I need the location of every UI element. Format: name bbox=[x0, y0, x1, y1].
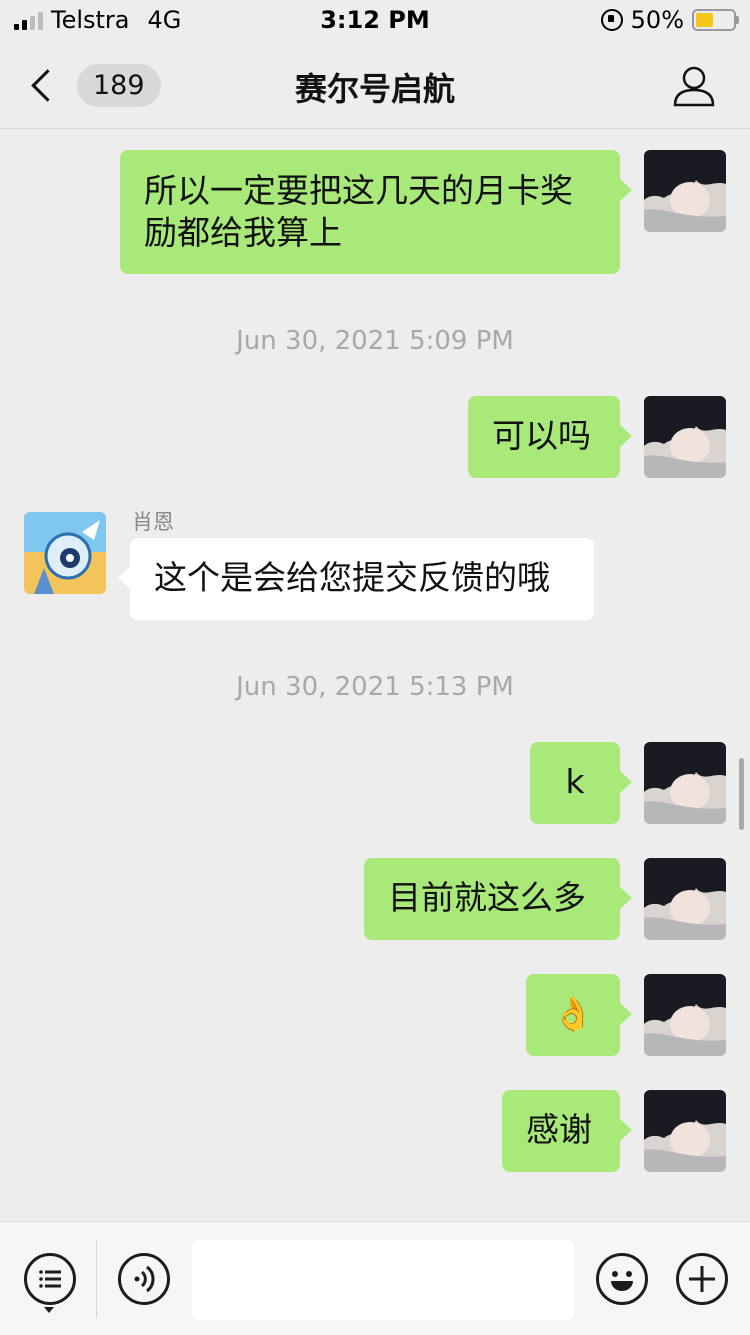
divider bbox=[96, 1240, 97, 1318]
plus-icon bbox=[689, 1266, 715, 1292]
my-avatar[interactable] bbox=[644, 1090, 726, 1172]
battery-percent: 50% bbox=[630, 6, 684, 34]
chat-info-button[interactable] bbox=[672, 64, 716, 108]
person-icon bbox=[673, 66, 715, 107]
chat-title: 赛尔号启航 bbox=[294, 70, 455, 108]
outgoing-message[interactable]: k bbox=[530, 742, 632, 824]
orientation-lock-icon bbox=[600, 9, 623, 31]
ok-hand-emoji: 👌 bbox=[552, 994, 594, 1033]
message-text: 目前就这么多 bbox=[388, 878, 586, 917]
emoji-icon bbox=[611, 1271, 633, 1291]
my-avatar[interactable] bbox=[644, 742, 726, 824]
my-avatar[interactable] bbox=[644, 396, 726, 478]
menu-button[interactable] bbox=[24, 1253, 76, 1305]
message-timestamp: Jun 30, 2021 5:09 PM bbox=[236, 326, 514, 356]
message-text-line: 励都给我算上 bbox=[144, 213, 342, 252]
message-text-line: 所以一定要把这几天的月卡奖 bbox=[144, 171, 573, 210]
more-button[interactable] bbox=[676, 1253, 728, 1305]
outgoing-message[interactable]: 可以吗 bbox=[468, 396, 632, 478]
contact-avatar[interactable] bbox=[24, 512, 106, 594]
outgoing-message[interactable]: 目前就这么多 bbox=[364, 858, 632, 940]
message-text: 这个是会给您提交反馈的哦 bbox=[154, 558, 550, 597]
my-avatar[interactable] bbox=[644, 150, 726, 232]
voice-icon bbox=[134, 1265, 155, 1293]
message-text: 可以吗 bbox=[492, 416, 591, 455]
menu-list-icon bbox=[39, 1270, 61, 1288]
status-bar: Telstra 4G 3:12 PM 50% bbox=[0, 0, 750, 40]
message-timestamp: Jun 30, 2021 5:13 PM bbox=[236, 672, 514, 702]
message-input[interactable] bbox=[192, 1240, 574, 1320]
scrollbar[interactable] bbox=[739, 758, 744, 830]
outgoing-message[interactable]: 👌 bbox=[526, 974, 632, 1056]
voice-button[interactable] bbox=[118, 1253, 170, 1305]
outgoing-message[interactable]: 感谢 bbox=[502, 1090, 632, 1172]
emoji-button[interactable] bbox=[596, 1253, 648, 1305]
menu-caret-icon bbox=[44, 1307, 54, 1313]
outgoing-message[interactable]: 所以一定要把这几天的月卡奖 励都给我算上 bbox=[120, 150, 632, 274]
battery-icon bbox=[692, 9, 739, 31]
my-avatar[interactable] bbox=[644, 858, 726, 940]
chat-header: 189 赛尔号启航 bbox=[0, 40, 750, 129]
input-bar bbox=[0, 1221, 750, 1335]
message-text: 感谢 bbox=[526, 1110, 592, 1149]
sender-name: 肖恩 bbox=[132, 510, 174, 534]
my-avatar[interactable] bbox=[644, 974, 726, 1056]
incoming-message[interactable]: 这个是会给您提交反馈的哦 bbox=[118, 538, 594, 620]
message-list[interactable]: 所以一定要把这几天的月卡奖 励都给我算上 Jun 30, 2021 5:09 P… bbox=[0, 128, 750, 1220]
status-right: 50% bbox=[600, 6, 739, 34]
message-text: k bbox=[565, 762, 585, 801]
